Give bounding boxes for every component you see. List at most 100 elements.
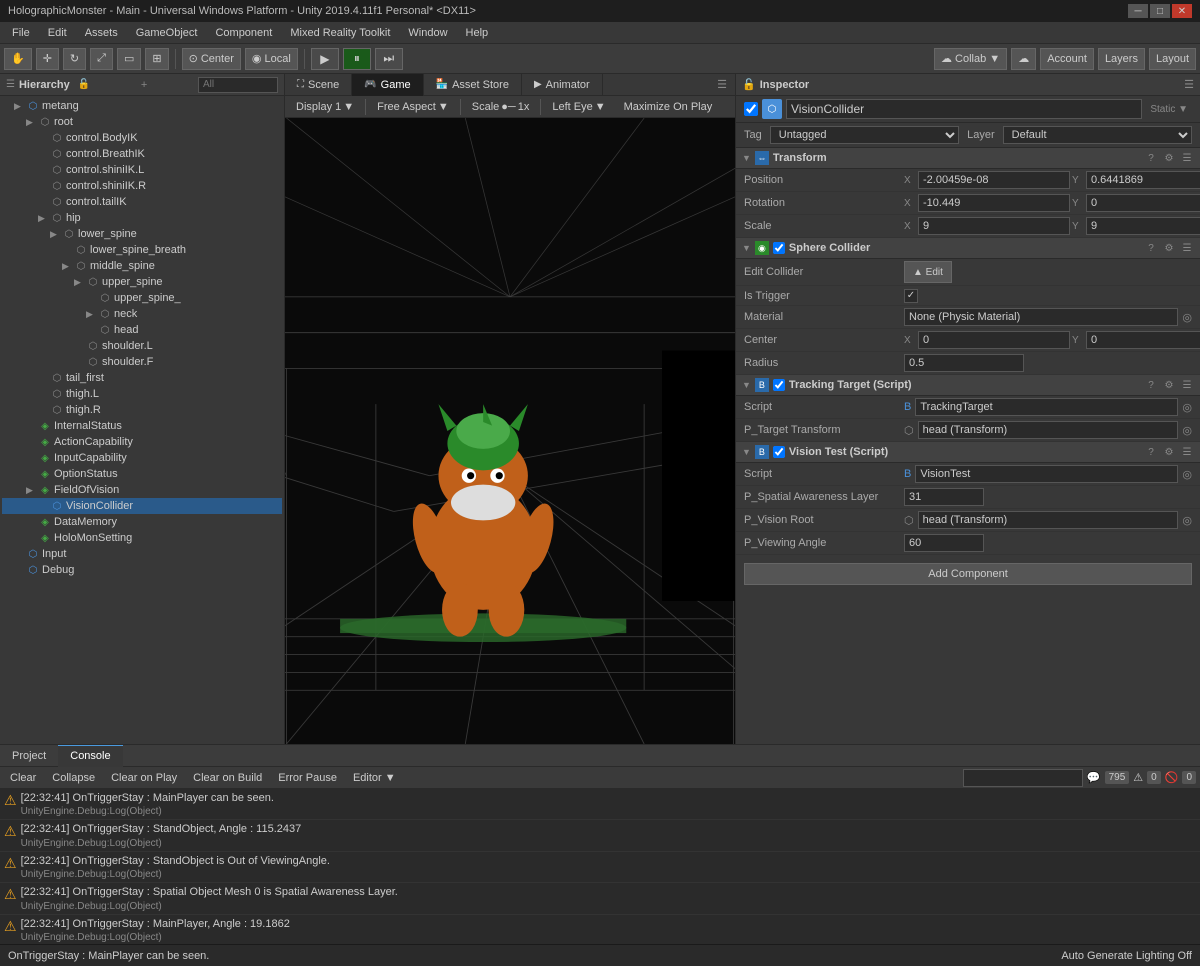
sphere-settings-icon[interactable]: ⚙ <box>1162 241 1176 255</box>
log-entry-4[interactable]: ⚠ [22:32:41] OnTriggerStay : MainPlayer,… <box>0 915 1200 944</box>
tool-hand[interactable]: ✋ <box>4 48 32 70</box>
hierarchy-search[interactable] <box>198 77 278 93</box>
scale-y[interactable] <box>1086 217 1200 235</box>
rotation-x[interactable] <box>918 194 1070 212</box>
p-target-input[interactable] <box>918 421 1179 439</box>
tree-item-head[interactable]: ▶ ⬡ head <box>2 322 282 338</box>
menu-window[interactable]: Window <box>400 25 455 41</box>
close-button[interactable]: ✕ <box>1172 4 1192 18</box>
vision-script-picker[interactable]: ◎ <box>1182 468 1192 481</box>
collab-button[interactable]: ☁ Collab ▼ <box>934 48 1007 70</box>
transform-help-icon[interactable]: ? <box>1144 151 1158 165</box>
pause-button[interactable]: ⏸ <box>343 48 371 70</box>
log-entry-3[interactable]: ⚠ [22:32:41] OnTriggerStay : Spatial Obj… <box>0 883 1200 914</box>
tree-item-lower-spine-breath[interactable]: ▶ ⬡ lower_spine_breath <box>2 242 282 258</box>
vision-script-input[interactable] <box>915 465 1178 483</box>
console-clear-btn[interactable]: Clear <box>4 771 42 785</box>
transform-menu-icon[interactable]: ☰ <box>1180 151 1194 165</box>
position-y[interactable] <box>1086 171 1200 189</box>
scale-control[interactable]: Scale ●─ 1x <box>465 99 537 115</box>
menu-edit[interactable]: Edit <box>40 25 75 41</box>
tree-item-hip[interactable]: ▶ ⬡ hip <box>2 210 282 226</box>
tree-item-visioncollider[interactable]: ▶ ⬡ VisionCollider <box>2 498 282 514</box>
tree-item-upper-spine[interactable]: ▶ ⬡ upper_spine <box>2 274 282 290</box>
tree-item-shoulderl[interactable]: ▶ ⬡ shoulder.L <box>2 338 282 354</box>
log-entry-2[interactable]: ⚠ [22:32:41] OnTriggerStay : StandObject… <box>0 852 1200 883</box>
tree-item-lower-spine[interactable]: ▶ ⬡ lower_spine <box>2 226 282 242</box>
object-active-checkbox[interactable] <box>744 102 758 116</box>
vision-help-icon[interactable]: ? <box>1144 445 1158 459</box>
vision-menu-icon[interactable]: ☰ <box>1180 445 1194 459</box>
vision-settings-icon[interactable]: ⚙ <box>1162 445 1176 459</box>
tracking-target-header[interactable]: ▼ B Tracking Target (Script) ? ⚙ ☰ <box>736 375 1200 396</box>
tree-item-thighl[interactable]: ▶ ⬡ thigh.L <box>2 386 282 402</box>
material-picker-icon[interactable]: ◎ <box>1182 311 1192 324</box>
sphere-collider-header[interactable]: ▼ ◉ Sphere Collider ? ⚙ ☰ <box>736 238 1200 259</box>
tab-asset-store[interactable]: 🏪 Asset Store <box>424 74 522 96</box>
tool-move[interactable]: ✛ <box>36 48 59 70</box>
tool-rotate[interactable]: ↻ <box>63 48 86 70</box>
sphere-menu-icon[interactable]: ☰ <box>1180 241 1194 255</box>
tree-item-datamemory[interactable]: ▶ ◈ DataMemory <box>2 514 282 530</box>
menu-gameobject[interactable]: GameObject <box>128 25 206 41</box>
log-entry-0[interactable]: ⚠ [22:32:41] OnTriggerStay : MainPlayer … <box>0 789 1200 820</box>
p-viewing-angle-input[interactable] <box>904 534 984 552</box>
console-search-input[interactable] <box>963 769 1083 787</box>
tab-game[interactable]: 🎮 Game <box>352 74 423 96</box>
p-spatial-input[interactable] <box>904 488 984 506</box>
left-eye-selector[interactable]: Left Eye ▼ <box>545 99 612 115</box>
tree-item-middle-spine[interactable]: ▶ ⬡ middle_spine <box>2 258 282 274</box>
menu-assets[interactable]: Assets <box>77 25 126 41</box>
layer-select[interactable]: Default <box>1003 126 1192 144</box>
tool-transform[interactable]: ⊞ <box>145 48 168 70</box>
maximize-button[interactable]: □ <box>1150 4 1170 18</box>
view-tab-menu[interactable]: ☰ <box>709 78 735 91</box>
center-y[interactable] <box>1086 331 1200 349</box>
menu-mixed-reality[interactable]: Mixed Reality Toolkit <box>282 25 398 41</box>
menu-file[interactable]: File <box>4 25 38 41</box>
tag-select[interactable]: Untagged <box>770 126 959 144</box>
inspector-menu-icon[interactable]: ☰ <box>1184 78 1194 91</box>
tree-item-internalstatus[interactable]: ▶ ◈ InternalStatus <box>2 418 282 434</box>
console-error-pause-btn[interactable]: Error Pause <box>272 771 343 785</box>
radius-input[interactable] <box>904 354 1024 372</box>
tree-item-bodyik[interactable]: ▶ ⬡ control.BodyIK <box>2 130 282 146</box>
tree-item-shiniikl[interactable]: ▶ ⬡ control.shiniIK.L <box>2 162 282 178</box>
cloud-button[interactable]: ☁ <box>1011 48 1036 70</box>
tree-item-breathik[interactable]: ▶ ⬡ control.BreathIK <box>2 146 282 162</box>
console-clear-build-btn[interactable]: Clear on Build <box>187 771 268 785</box>
center-x[interactable] <box>918 331 1070 349</box>
display-selector[interactable]: Display 1 ▼ <box>289 99 361 115</box>
space-button[interactable]: ◉ Local <box>245 48 298 70</box>
log-entry-1[interactable]: ⚠ [22:32:41] OnTriggerStay : StandObject… <box>0 820 1200 851</box>
rotation-y[interactable] <box>1086 194 1200 212</box>
pivot-button[interactable]: ⊙ Center <box>182 48 241 70</box>
tab-project[interactable]: Project <box>0 745 58 767</box>
edit-collider-button[interactable]: ▲ Edit <box>904 261 952 283</box>
minimize-button[interactable]: ─ <box>1128 4 1148 18</box>
tracking-menu-icon[interactable]: ☰ <box>1180 378 1194 392</box>
transform-header[interactable]: ▼ ⇔ Transform ? ⚙ ☰ <box>736 148 1200 169</box>
step-button[interactable]: ⏭ <box>375 48 403 70</box>
tracking-script-input[interactable] <box>915 398 1178 416</box>
tree-item-tailik[interactable]: ▶ ⬡ control.tailIK <box>2 194 282 210</box>
tree-item-upper-spine-2[interactable]: ▶ ⬡ upper_spine_ <box>2 290 282 306</box>
tab-console[interactable]: Console <box>58 745 122 767</box>
tree-item-inputcapability[interactable]: ▶ ◈ InputCapability <box>2 450 282 466</box>
tree-item-neck[interactable]: ▶ ⬡ neck <box>2 306 282 322</box>
scale-x[interactable] <box>918 217 1070 235</box>
tab-scene[interactable]: ⛶ Scene <box>285 74 352 96</box>
play-button[interactable]: ▶ <box>311 48 339 70</box>
tree-item-actioncapability[interactable]: ▶ ◈ ActionCapability <box>2 434 282 450</box>
tree-item-debug[interactable]: ▶ ⬡ Debug <box>2 562 282 578</box>
tool-scale[interactable]: ⤢ <box>90 48 113 70</box>
layers-button[interactable]: Layers <box>1098 48 1145 70</box>
tracking-settings-icon[interactable]: ⚙ <box>1162 378 1176 392</box>
account-button[interactable]: Account <box>1040 48 1094 70</box>
tree-item-fieldofvision[interactable]: ▶ ◈ FieldOfVision <box>2 482 282 498</box>
aspect-selector[interactable]: Free Aspect ▼ <box>370 99 456 115</box>
material-input[interactable] <box>904 308 1178 326</box>
tree-item-thighr[interactable]: ▶ ⬡ thigh.R <box>2 402 282 418</box>
tracking-help-icon[interactable]: ? <box>1144 378 1158 392</box>
tree-item-root[interactable]: ▶ ⬡ root <box>2 114 282 130</box>
